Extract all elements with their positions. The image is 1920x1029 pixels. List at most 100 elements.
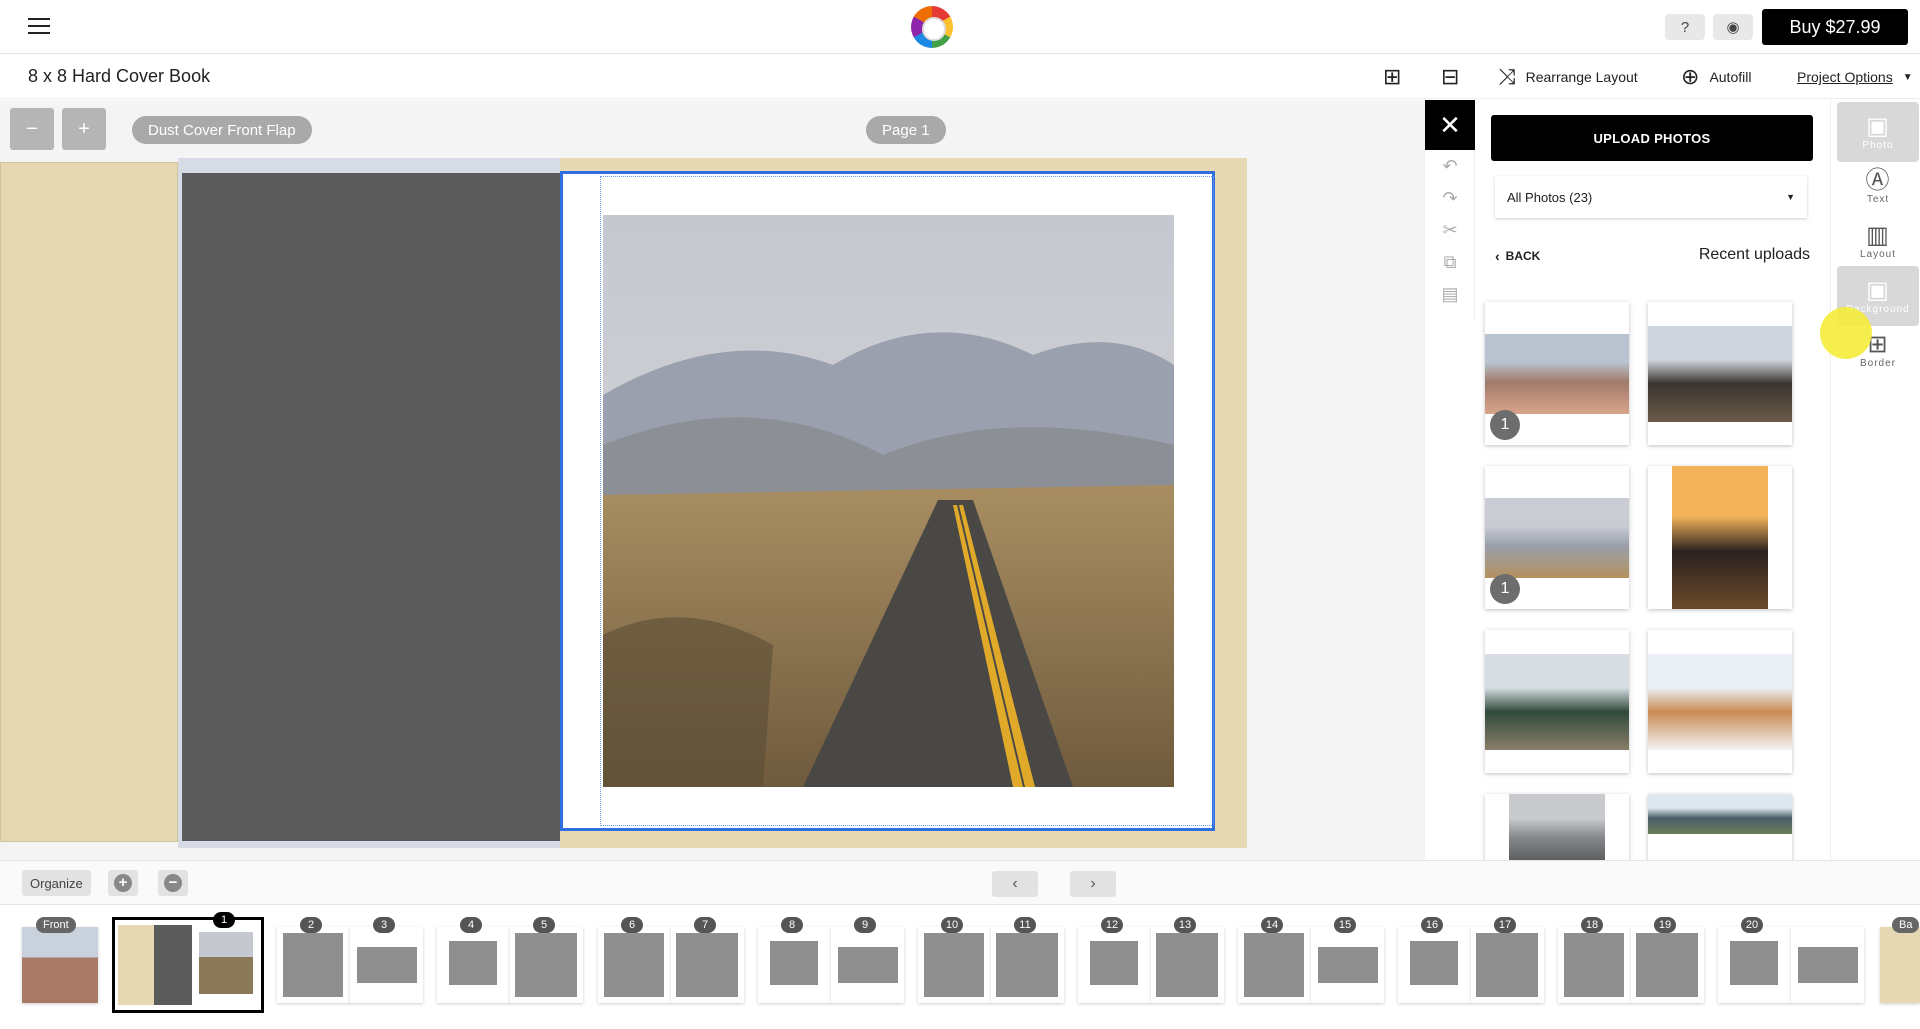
thumb-left-page xyxy=(437,927,510,1003)
background-icon: ▣ xyxy=(1866,276,1890,304)
close-icon[interactable]: ✕ xyxy=(1425,100,1475,150)
project-title: 8 x 8 Hard Cover Book xyxy=(28,66,211,86)
right-sidebar: ▣ Photo Ⓐ Text ▥ Layout ▣ Background ⊞ B… xyxy=(1830,100,1920,860)
photo-grid: 11 xyxy=(1475,290,1830,860)
autofill-button[interactable]: ⊕ Autofill xyxy=(1681,63,1751,91)
dust-cover-flap[interactable] xyxy=(0,162,178,842)
organize-button[interactable]: Organize xyxy=(22,870,91,896)
project-options-dropdown[interactable]: Project Options ▼ xyxy=(1797,63,1913,91)
photo-thumbnail[interactable] xyxy=(1648,630,1792,773)
thumb-left-page xyxy=(598,927,671,1003)
buy-button[interactable]: Buy $27.99 xyxy=(1762,9,1908,45)
cut-icon[interactable]: ✂ xyxy=(1425,214,1475,246)
thumb-grey xyxy=(154,925,192,1005)
plus-icon: + xyxy=(114,874,132,892)
thumb-photo-slot xyxy=(515,933,577,997)
add-page-icon: ⊟ xyxy=(1441,64,1460,89)
chevron-left-icon: ‹ xyxy=(1012,875,1018,892)
thumb-left-page xyxy=(1398,927,1471,1003)
chevron-right-icon: › xyxy=(1090,875,1096,892)
photo-thumbnail[interactable] xyxy=(1485,794,1629,860)
copy-icon[interactable]: ⧉ xyxy=(1425,246,1475,278)
zoom-in-icon[interactable]: + xyxy=(62,108,106,150)
photo-thumbnail[interactable]: 1 xyxy=(1485,466,1629,609)
usage-count-badge: 1 xyxy=(1490,574,1520,604)
help-icon[interactable]: ? xyxy=(1665,14,1705,40)
photo-thumbnail[interactable] xyxy=(1648,302,1792,445)
page-thumb-back[interactable]: Ba xyxy=(1880,917,1920,1003)
page-thumb-spread[interactable]: 12 13 xyxy=(1078,917,1224,1003)
page-number-badge: 12 xyxy=(1101,917,1123,933)
page-thumb-spread[interactable]: 16 17 xyxy=(1398,917,1544,1003)
thumb-flap xyxy=(118,925,154,1005)
sidebar-item-layout[interactable]: ▥ Layout xyxy=(1837,211,1919,271)
photo-thumbnail-image xyxy=(1648,794,1792,834)
add-page-button[interactable]: + xyxy=(108,870,138,896)
sidebar-label: Border xyxy=(1859,357,1896,369)
add-text-page-button[interactable]: ⊟ xyxy=(1441,63,1459,91)
thumb-right-page xyxy=(991,927,1064,1003)
menu-icon[interactable] xyxy=(28,18,50,36)
thumb-photo xyxy=(199,932,253,994)
page-pill[interactable]: Page 1 xyxy=(866,116,946,144)
thumb-photo-slot xyxy=(1318,947,1378,983)
photo-thumbnail[interactable] xyxy=(1648,466,1792,609)
undo-icon[interactable]: ↶ xyxy=(1425,150,1475,182)
add-photo-page-button[interactable]: ⊞ xyxy=(1383,63,1401,91)
page-number-badge: 8 xyxy=(781,917,803,933)
thumb-left-page xyxy=(1558,927,1631,1003)
page-thumb-spread[interactable]: 18 19 xyxy=(1558,917,1704,1003)
thumb-left-page xyxy=(1078,927,1151,1003)
page-thumb-spread[interactable]: 89 xyxy=(758,917,904,1003)
thumb-photo-slot xyxy=(1244,933,1304,997)
add-image-icon: ⊞ xyxy=(1383,64,1402,89)
next-page-button[interactable]: › xyxy=(1070,871,1116,897)
page-thumb-spread[interactable]: 67 xyxy=(598,917,744,1003)
page-thumb-spread[interactable]: 20 xyxy=(1718,917,1864,1003)
thumb-photo-slot xyxy=(1090,941,1138,985)
remove-page-button[interactable]: − xyxy=(158,870,188,896)
zoom-out-icon[interactable]: − xyxy=(10,108,54,150)
thumb-right-page xyxy=(671,927,744,1003)
page-thumb-front[interactable]: Front xyxy=(22,917,98,1003)
photo-panel: UPLOAD PHOTOS All Photos (23) ▼ ‹ BACK R… xyxy=(1475,100,1830,860)
page-thumb-spread[interactable]: 14 15 xyxy=(1238,917,1384,1003)
autofill-label: Autofill xyxy=(1709,69,1752,85)
photo-thumbnail[interactable] xyxy=(1485,630,1629,773)
page-thumb-spread[interactable]: 23 xyxy=(277,917,423,1003)
sidebar-label: Text xyxy=(1866,193,1890,205)
preview-eye-icon[interactable]: ◉ xyxy=(1713,14,1753,40)
thumb-right-page xyxy=(1471,927,1544,1003)
photo-thumbnail-image xyxy=(1509,794,1605,860)
left-page-photo-slot[interactable] xyxy=(182,173,560,841)
prev-page-button[interactable]: ‹ xyxy=(992,871,1038,897)
thumb-photo-slot xyxy=(1564,933,1624,997)
sidebar-item-text[interactable]: Ⓐ Text xyxy=(1837,156,1919,216)
thumb-right-page xyxy=(510,927,583,1003)
thumb-photo-slot xyxy=(283,933,343,997)
dust-cover-pill[interactable]: Dust Cover Front Flap xyxy=(132,116,312,144)
front-cover-thumb xyxy=(22,927,98,1003)
thumb-right-page xyxy=(1151,927,1224,1003)
photo-filter-value: All Photos (23) xyxy=(1507,189,1593,205)
page-thumb-spread[interactable]: 45 xyxy=(437,917,583,1003)
paste-icon[interactable]: ▤ xyxy=(1425,278,1475,310)
page-number-badge: 19 xyxy=(1654,917,1676,933)
thumb-right-page xyxy=(831,927,904,1003)
thumb-photo-slot xyxy=(604,933,664,997)
thumb-left-page xyxy=(918,927,991,1003)
photo-thumbnail[interactable] xyxy=(1648,794,1792,860)
page-number-badge: 20 xyxy=(1741,917,1763,933)
back-button[interactable]: ‹ BACK xyxy=(1495,248,1540,264)
rearrange-layout-button[interactable]: ⤨ Rearrange Layout xyxy=(1498,63,1638,91)
photo-filter-select[interactable]: All Photos (23) ▼ xyxy=(1495,176,1807,218)
page-thumb-spread[interactable]: 10 11 xyxy=(918,917,1064,1003)
photo-thumbnail[interactable]: 1 xyxy=(1485,302,1629,445)
redo-icon[interactable]: ↷ xyxy=(1425,182,1475,214)
thumb-photo-slot xyxy=(838,947,898,983)
sidebar-item-photo[interactable]: ▣ Photo xyxy=(1837,102,1919,162)
page-thumb-spread-selected[interactable]: 1 xyxy=(112,912,264,1013)
page-photo[interactable] xyxy=(603,215,1174,787)
thumb-right-page xyxy=(1311,927,1384,1003)
upload-photos-button[interactable]: UPLOAD PHOTOS xyxy=(1491,115,1813,161)
